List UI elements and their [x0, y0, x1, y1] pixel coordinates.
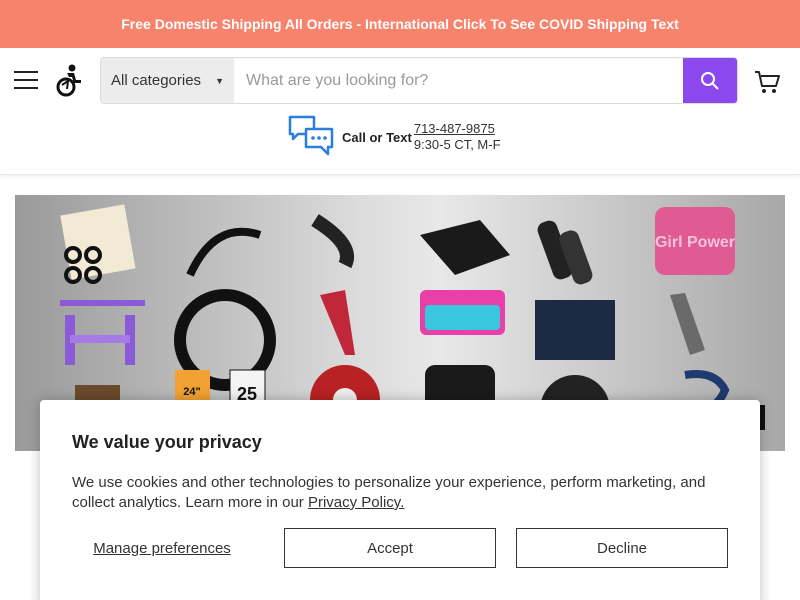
contact-hours: 9:30-5 CT, M-F	[413, 137, 501, 152]
announcement-text: Free Domestic Shipping All Orders - Inte…	[121, 16, 679, 32]
category-select-label: All categories	[111, 72, 202, 89]
tire-size-text: 24"	[183, 386, 200, 398]
cookie-dialog-title: We value your privacy	[72, 432, 262, 452]
accept-button[interactable]: Accept	[284, 528, 496, 568]
manage-preferences-button[interactable]: Manage preferences	[72, 540, 252, 557]
search-icon	[701, 71, 719, 90]
chat-bubbles-icon	[288, 115, 334, 156]
phone-link[interactable]: 713-487-9875	[414, 121, 501, 137]
category-select[interactable]: All categories ▼	[101, 58, 234, 103]
cookie-dialog-actions: Manage preferences Accept Decline	[72, 528, 728, 568]
girl-power-text: Girl Power	[655, 234, 735, 251]
site-header: All categories ▼ Call or Text 713-487	[0, 48, 800, 175]
decline-button[interactable]: Decline	[516, 528, 728, 568]
cookie-consent-dialog: We value your privacy We use cookies and…	[40, 400, 760, 600]
contact-detail: 713-487-9875 9:30-5 CT, M-F	[414, 121, 501, 153]
cart-icon[interactable]	[754, 70, 782, 94]
search-bar: All categories ▼	[100, 57, 738, 104]
search-button[interactable]	[683, 58, 737, 103]
cookie-dialog-text: We use cookies and other technologies to…	[72, 473, 732, 513]
contact-info: Call or Text 713-487-9875 9:30-5 CT, M-F	[288, 114, 501, 160]
privacy-policy-link[interactable]: Privacy Policy.	[308, 494, 404, 511]
caret-down-icon: ▼	[215, 75, 224, 86]
announcement-bar[interactable]: Free Domestic Shipping All Orders - Inte…	[0, 0, 800, 48]
hamburger-menu-icon[interactable]	[14, 71, 38, 91]
contact-label: Call or Text	[342, 129, 412, 145]
wheelchair-logo-icon[interactable]	[54, 64, 84, 98]
search-input[interactable]	[234, 58, 683, 103]
